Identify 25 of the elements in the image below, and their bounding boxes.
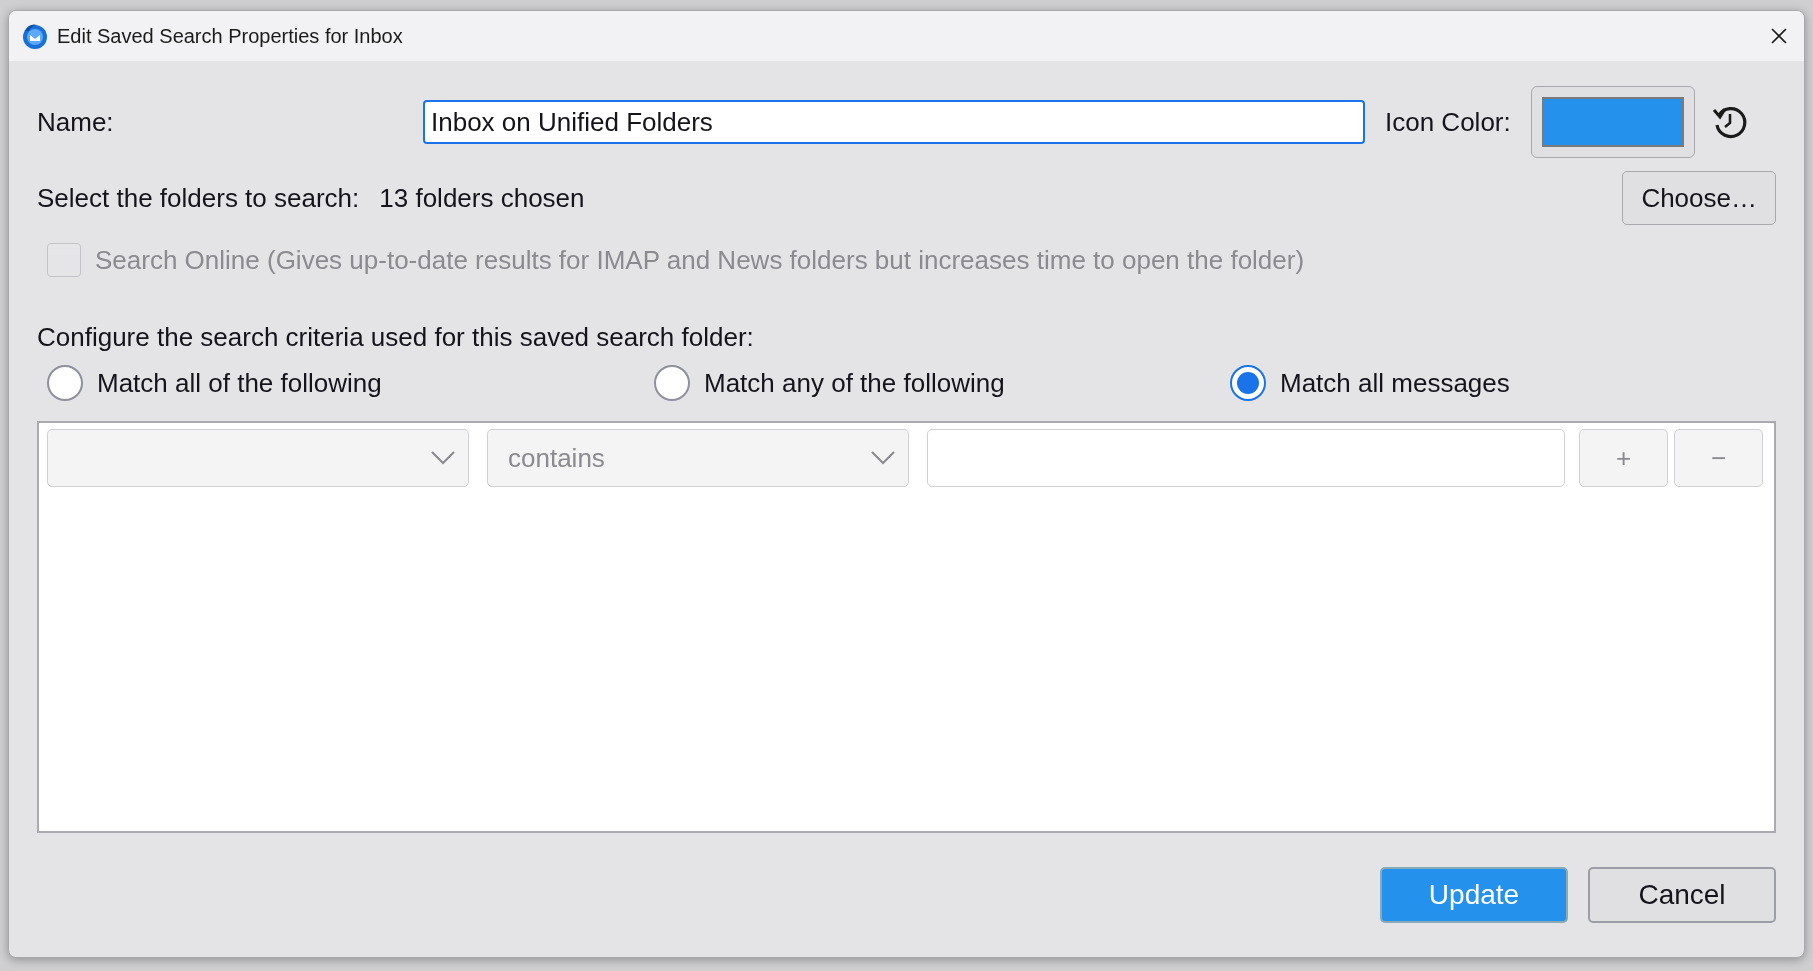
remove-rule-button[interactable]: − [1674,429,1763,487]
name-field[interactable]: Inbox on Unified Folders [423,100,1365,144]
radio-label: Match all of the following [97,367,382,399]
choose-button[interactable]: Choose… [1622,171,1776,225]
folder-count: 13 folders chosen [379,182,586,214]
app-logo-icon [21,22,49,50]
add-rule-button[interactable]: + [1579,429,1668,487]
radio-button[interactable] [1230,365,1266,401]
window-title: Edit Saved Search Properties for Inbox [57,24,404,48]
field-label: Name: [37,106,115,138]
value-field[interactable] [927,429,1565,487]
field-label: Icon Color: [1385,106,1511,138]
chevron-down-icon [430,450,456,466]
radio-label: Match any of the following [704,367,1005,399]
cancel-button[interactable]: Cancel [1588,867,1776,923]
update-button[interactable]: Update [1380,867,1568,923]
radio-button[interactable] [654,365,690,401]
section-label: Configure the search criteria used for this saved search folder: [37,322,754,353]
operator-dropdown[interactable]: contains [487,429,909,487]
color-picker-button[interactable] [1530,86,1695,158]
radio-label: Match all messages [1280,367,1510,399]
field-label: Select the folders to search: [37,182,360,214]
checkbox-label: Search Online (Gives up-to-date results for IMAP and News folders but increases time to open the folder) [95,244,1305,276]
radio-button[interactable] [47,365,83,401]
chevron-down-icon [870,450,896,466]
